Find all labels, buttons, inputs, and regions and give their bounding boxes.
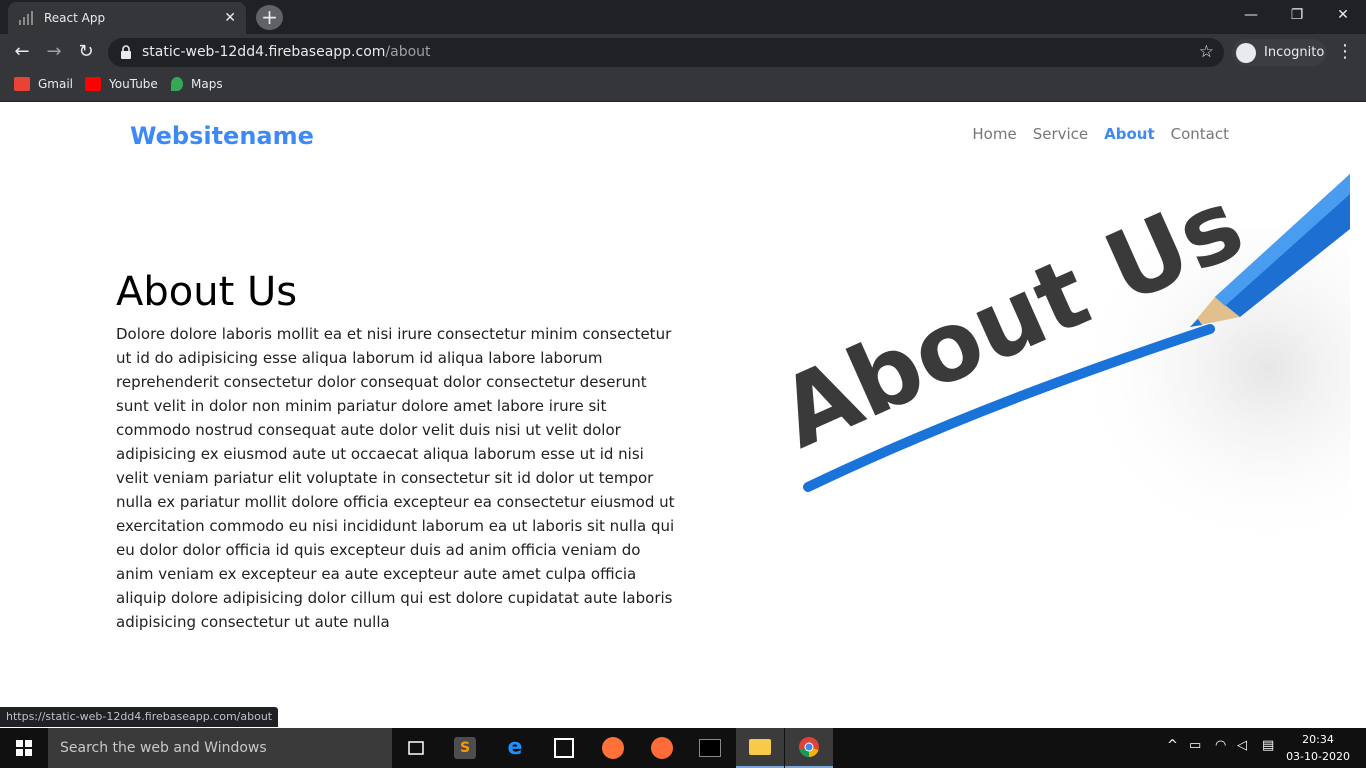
windows-taskbar: Search the web and Windows S e ^ ▭ ◠ ◁ ▤… bbox=[0, 728, 1366, 768]
maps-icon bbox=[171, 77, 183, 91]
bookmark-gmail[interactable]: Gmail bbox=[14, 77, 73, 91]
windows-start-icon[interactable] bbox=[0, 728, 48, 768]
file-explorer-icon[interactable] bbox=[736, 728, 784, 768]
incognito-label: Incognito bbox=[1264, 45, 1325, 60]
about-paragraph: Dolore dolore laboris mollit ea et nisi … bbox=[116, 325, 675, 631]
sublime-text-icon[interactable]: S bbox=[441, 728, 489, 768]
terminal-icon[interactable] bbox=[686, 728, 734, 768]
site-nav: Home Service About Contact bbox=[956, 125, 1229, 143]
tray-overflow-icon[interactable]: ^ bbox=[1167, 738, 1178, 753]
status-bar-url: https://static-web-12dd4.firebaseapp.com… bbox=[0, 707, 279, 727]
browser-tab-bar: React App ✕ + — ❐ ✕ bbox=[0, 0, 1366, 34]
clock-time: 20:34 bbox=[1302, 733, 1334, 746]
url-text: static-web-12dd4.firebaseapp.com/about bbox=[142, 44, 431, 60]
clock-date: 03-10-2020 bbox=[1286, 750, 1350, 763]
youtube-icon bbox=[85, 77, 101, 91]
browser-tab[interactable]: React App ✕ bbox=[8, 2, 246, 34]
nav-service[interactable]: Service bbox=[1033, 125, 1088, 143]
about-us-illustration: About Us bbox=[770, 169, 1350, 539]
bookmarks-bar: Gmail YouTube Maps bbox=[0, 70, 1366, 102]
chrome-icon[interactable] bbox=[785, 728, 833, 768]
bookmark-youtube[interactable]: YouTube bbox=[85, 77, 158, 91]
bookmark-label: Gmail bbox=[38, 77, 74, 91]
edge-icon[interactable]: e bbox=[491, 728, 539, 768]
address-bar[interactable]: static-web-12dd4.firebaseapp.com/about ☆ bbox=[108, 38, 1224, 67]
incognito-icon bbox=[1236, 42, 1256, 63]
notification-icon[interactable]: ▤ bbox=[1262, 738, 1274, 753]
wifi-icon[interactable]: ◠ bbox=[1215, 738, 1226, 753]
minimize-button[interactable]: — bbox=[1228, 0, 1274, 30]
bookmark-label: YouTube bbox=[109, 77, 158, 91]
web-page: Websitename Home Service About Contact A… bbox=[0, 103, 1366, 727]
incognito-badge[interactable]: Incognito bbox=[1232, 39, 1326, 66]
window-close-button[interactable]: ✕ bbox=[1320, 0, 1366, 30]
page-title: About Us bbox=[116, 269, 298, 315]
store-icon[interactable] bbox=[540, 728, 588, 768]
firefox-icon[interactable] bbox=[589, 728, 637, 768]
taskbar-search-input[interactable]: Search the web and Windows bbox=[48, 728, 392, 768]
battery-icon[interactable]: ▭ bbox=[1189, 738, 1201, 753]
tab-title: React App bbox=[44, 11, 106, 25]
back-button[interactable]: ← bbox=[10, 40, 34, 64]
new-tab-button[interactable]: + bbox=[256, 5, 283, 30]
reload-button[interactable]: ↻ bbox=[74, 40, 98, 64]
nav-home[interactable]: Home bbox=[972, 125, 1016, 143]
nav-contact[interactable]: Contact bbox=[1171, 125, 1229, 143]
site-brand[interactable]: Websitename bbox=[130, 122, 314, 150]
browser-menu-icon[interactable]: ⋮ bbox=[1336, 40, 1354, 64]
restore-button[interactable]: ❐ bbox=[1274, 0, 1320, 30]
volume-icon[interactable]: ◁ bbox=[1237, 738, 1247, 753]
nav-about[interactable]: About bbox=[1104, 125, 1155, 143]
react-app-favicon-icon bbox=[19, 11, 33, 25]
tab-close-icon[interactable]: ✕ bbox=[224, 10, 236, 26]
bookmark-label: Maps bbox=[191, 77, 223, 91]
browser-toolbar: ← → ↻ static-web-12dd4.firebaseapp.com/a… bbox=[0, 34, 1366, 70]
postman-icon[interactable] bbox=[638, 728, 686, 768]
bookmark-star-icon[interactable]: ☆ bbox=[1199, 42, 1214, 62]
task-view-icon[interactable] bbox=[392, 728, 440, 768]
taskbar-clock[interactable]: 20:34 03-10-2020 bbox=[1286, 731, 1350, 765]
url-host: static-web-12dd4.firebaseapp.com bbox=[142, 44, 386, 60]
forward-button[interactable]: → bbox=[42, 40, 66, 64]
bookmark-maps[interactable]: Maps bbox=[171, 77, 223, 91]
lock-icon bbox=[121, 45, 131, 59]
url-path: /about bbox=[385, 44, 431, 60]
gmail-icon bbox=[14, 77, 30, 91]
